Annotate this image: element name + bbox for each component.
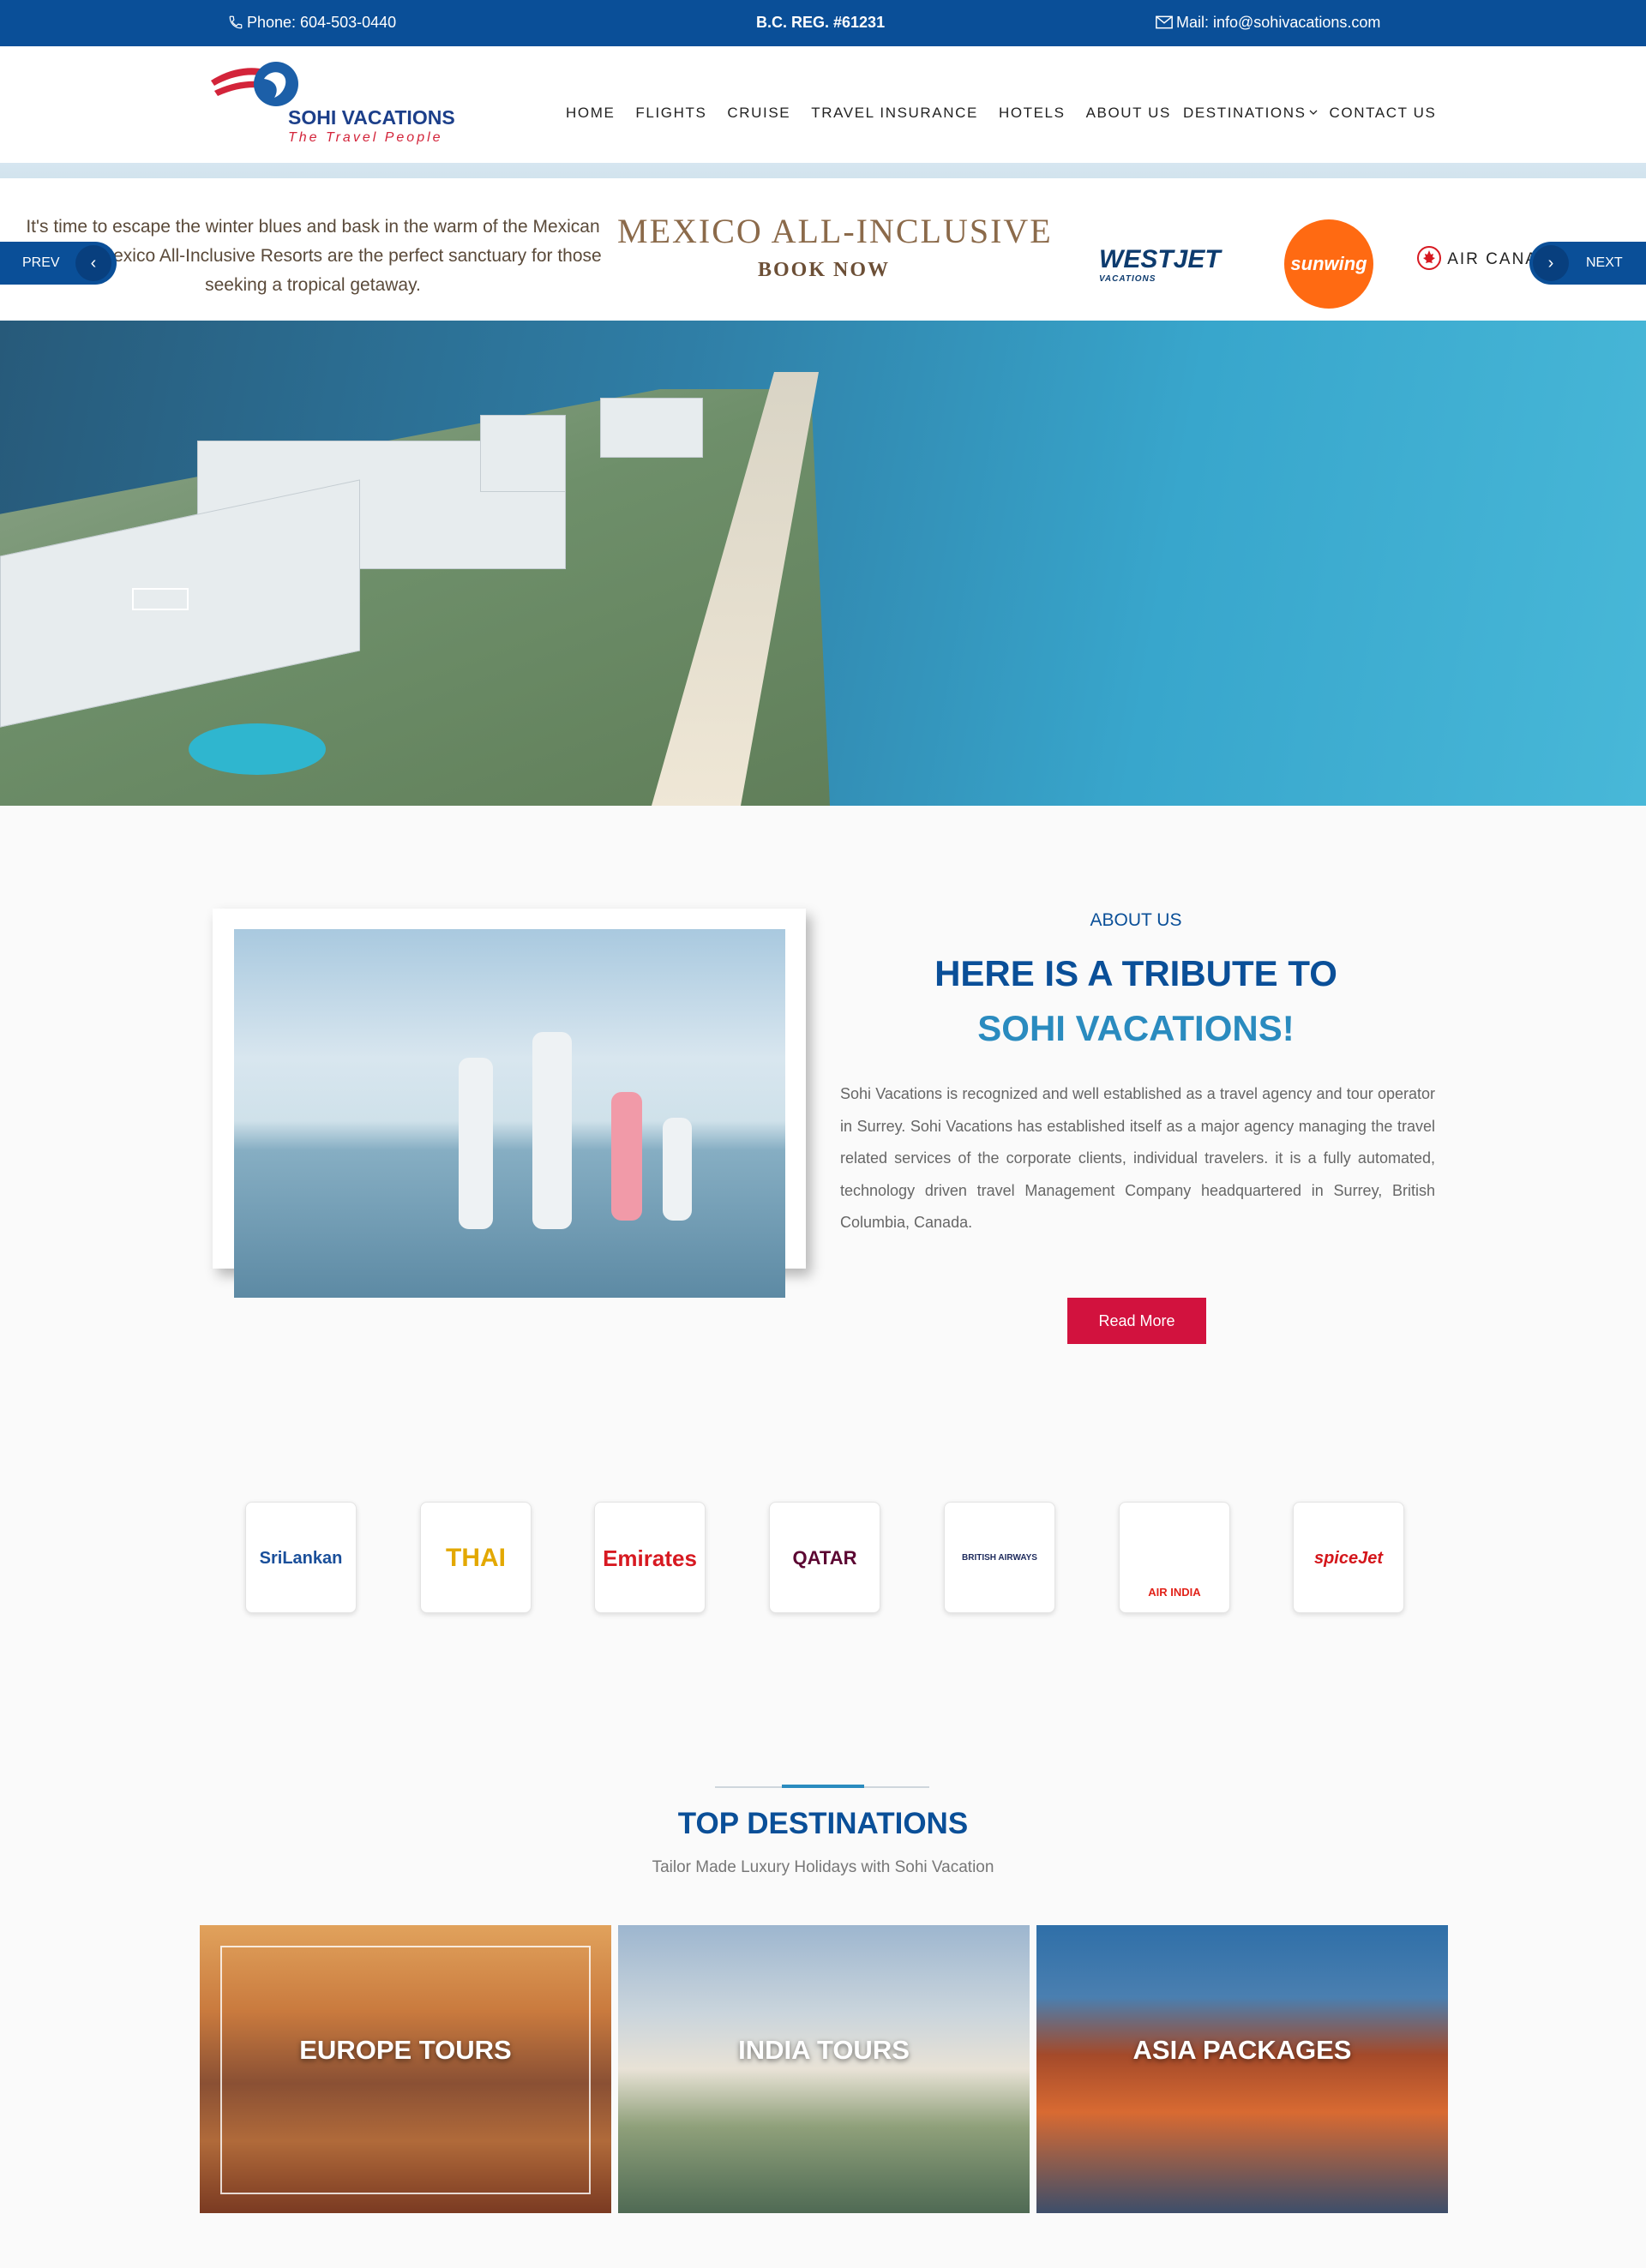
maple-leaf-icon xyxy=(1417,246,1441,270)
europe-tours-card[interactable]: EUROPE TOURS xyxy=(200,1925,611,2213)
chevron-down-icon xyxy=(1309,110,1317,115)
srilankan-logo[interactable]: SriLankan xyxy=(245,1502,357,1613)
logo-tagline: The Travel People xyxy=(288,130,443,145)
prev-label: PREV xyxy=(22,255,60,270)
next-slide-button[interactable]: › NEXT xyxy=(1529,242,1646,285)
hotel-pool xyxy=(189,723,326,775)
destinations-title: TOP DESTINATIONS xyxy=(677,1807,969,1840)
book-now-link[interactable]: BOOK NOW xyxy=(758,259,890,282)
banner-title: MEXICO ALL-INCLUSIVE xyxy=(617,212,1053,250)
destinations-subtitle: Tailor Made Luxury Holidays with Sohi Va… xyxy=(652,1858,994,1876)
nav-destinations-label: DESTINATIONS xyxy=(1182,105,1307,121)
top-contact-bar: Phone: 604-503-0440 B.C. REG. #61231 Mai… xyxy=(0,0,1646,46)
hero-image-cancun xyxy=(0,321,1646,806)
photo-figure xyxy=(459,1058,493,1229)
spicejet-logo[interactable]: spiceJet xyxy=(1293,1502,1404,1613)
nav-travel-insurance[interactable]: TRAVEL INSURANCE xyxy=(811,105,978,122)
card-label: ASIA PACKAGES xyxy=(1132,2035,1352,2065)
slide-indicator[interactable] xyxy=(132,588,189,610)
registration-number: B.C. REG. #61231 xyxy=(756,14,886,31)
westjet-sub: VACATIONS xyxy=(1099,274,1156,284)
family-beach-photo xyxy=(234,929,785,1298)
main-nav: HOME FLIGHTS CRUISE TRAVEL INSURANCE HOT… xyxy=(566,105,1457,122)
partner-name: QATAR xyxy=(792,1547,857,1569)
about-photo-frame xyxy=(213,909,806,1298)
chevron-left-icon: ‹ xyxy=(75,245,111,281)
about-kicker: ABOUT US xyxy=(1090,910,1182,930)
nav-contact-us[interactable]: CONTACT US xyxy=(1330,105,1437,122)
mail-text: Mail: info@sohivacations.com xyxy=(1176,14,1381,31)
about-title: HERE IS A TRIBUTE TO xyxy=(934,953,1337,993)
india-tours-card[interactable]: INDIA TOURS xyxy=(618,1925,1030,2213)
card-label: EUROPE TOURS xyxy=(299,2035,512,2065)
prev-slide-button[interactable]: PREV ‹ xyxy=(0,242,117,285)
airline-partners: SriLankan THAI Emirates QATAR BRITISH AI… xyxy=(0,1430,1646,1721)
promo-banner[interactable]: It's time to escape the winter blues and… xyxy=(0,178,1646,321)
logo[interactable]: SOHI VACATIONS The Travel People xyxy=(209,55,466,149)
next-label: NEXT xyxy=(1586,255,1623,270)
air-india-logo[interactable]: AIR INDIA xyxy=(1119,1502,1230,1613)
mail-contact[interactable]: Mail: info@sohivacations.com xyxy=(1156,14,1380,32)
partner-name: spiceJet xyxy=(1313,1549,1384,1568)
nav-cruise[interactable]: CRUISE xyxy=(727,105,790,122)
photo-figure xyxy=(532,1032,572,1229)
thai-logo[interactable]: THAI xyxy=(420,1502,532,1613)
about-description: Sohi Vacations is recognized and well es… xyxy=(840,1085,1435,1231)
nav-home[interactable]: HOME xyxy=(566,105,615,122)
photo-figure xyxy=(611,1092,642,1221)
hero-slider: It's time to escape the winter blues and… xyxy=(0,163,1646,806)
partner-name: THAI xyxy=(446,1544,506,1572)
chevron-right-icon: › xyxy=(1533,245,1569,281)
about-section: ABOUT US HERE IS A TRIBUTE TO SOHI VACAT… xyxy=(0,806,1646,1430)
british-airways-logo[interactable]: BRITISH AIRWAYS xyxy=(944,1502,1055,1613)
phone-icon xyxy=(229,15,243,29)
card-label: INDIA TOURS xyxy=(738,2035,910,2065)
hotel-building xyxy=(600,398,703,458)
phone-text: Phone: 604-503-0440 xyxy=(247,14,397,31)
qatar-logo[interactable]: QATAR xyxy=(769,1502,880,1613)
partner-name: BRITISH AIRWAYS xyxy=(962,1553,1037,1563)
partner-name: SriLankan xyxy=(259,1549,343,1568)
asia-packages-card[interactable]: ASIA PACKAGES xyxy=(1036,1925,1448,2213)
hotel-building xyxy=(480,415,566,492)
card-frame xyxy=(220,1946,591,2194)
photo-figure xyxy=(663,1118,692,1221)
site-header: SOHI VACATIONS The Travel People HOME FL… xyxy=(0,46,1646,163)
emirates-logo[interactable]: Emirates xyxy=(594,1502,706,1613)
top-destinations-section: TOP DESTINATIONS Tailor Made Luxury Holi… xyxy=(0,1721,1646,2268)
sunwing-logo: sunwing xyxy=(1284,219,1373,309)
title-divider-accent xyxy=(782,1785,864,1788)
nav-about-us[interactable]: ABOUT US xyxy=(1086,105,1171,122)
westjet-logo: WESTJET VACATIONS xyxy=(1099,245,1221,284)
nav-destinations[interactable]: DESTINATIONS xyxy=(1183,105,1318,122)
partner-name: Emirates xyxy=(603,1545,697,1571)
westjet-name: WESTJET xyxy=(1099,245,1221,273)
logo-name: SOHI VACATIONS xyxy=(288,106,455,129)
read-more-button[interactable]: Read More xyxy=(1067,1298,1206,1344)
phone-contact[interactable]: Phone: 604-503-0440 xyxy=(228,14,396,32)
nav-flights[interactable]: FLIGHTS xyxy=(635,105,706,122)
about-subtitle: SOHI VACATIONS! xyxy=(977,1008,1295,1048)
nav-hotels[interactable]: HOTELS xyxy=(999,105,1066,122)
partner-name: AIR INDIA xyxy=(1148,1586,1201,1599)
envelope-icon xyxy=(1156,15,1173,29)
